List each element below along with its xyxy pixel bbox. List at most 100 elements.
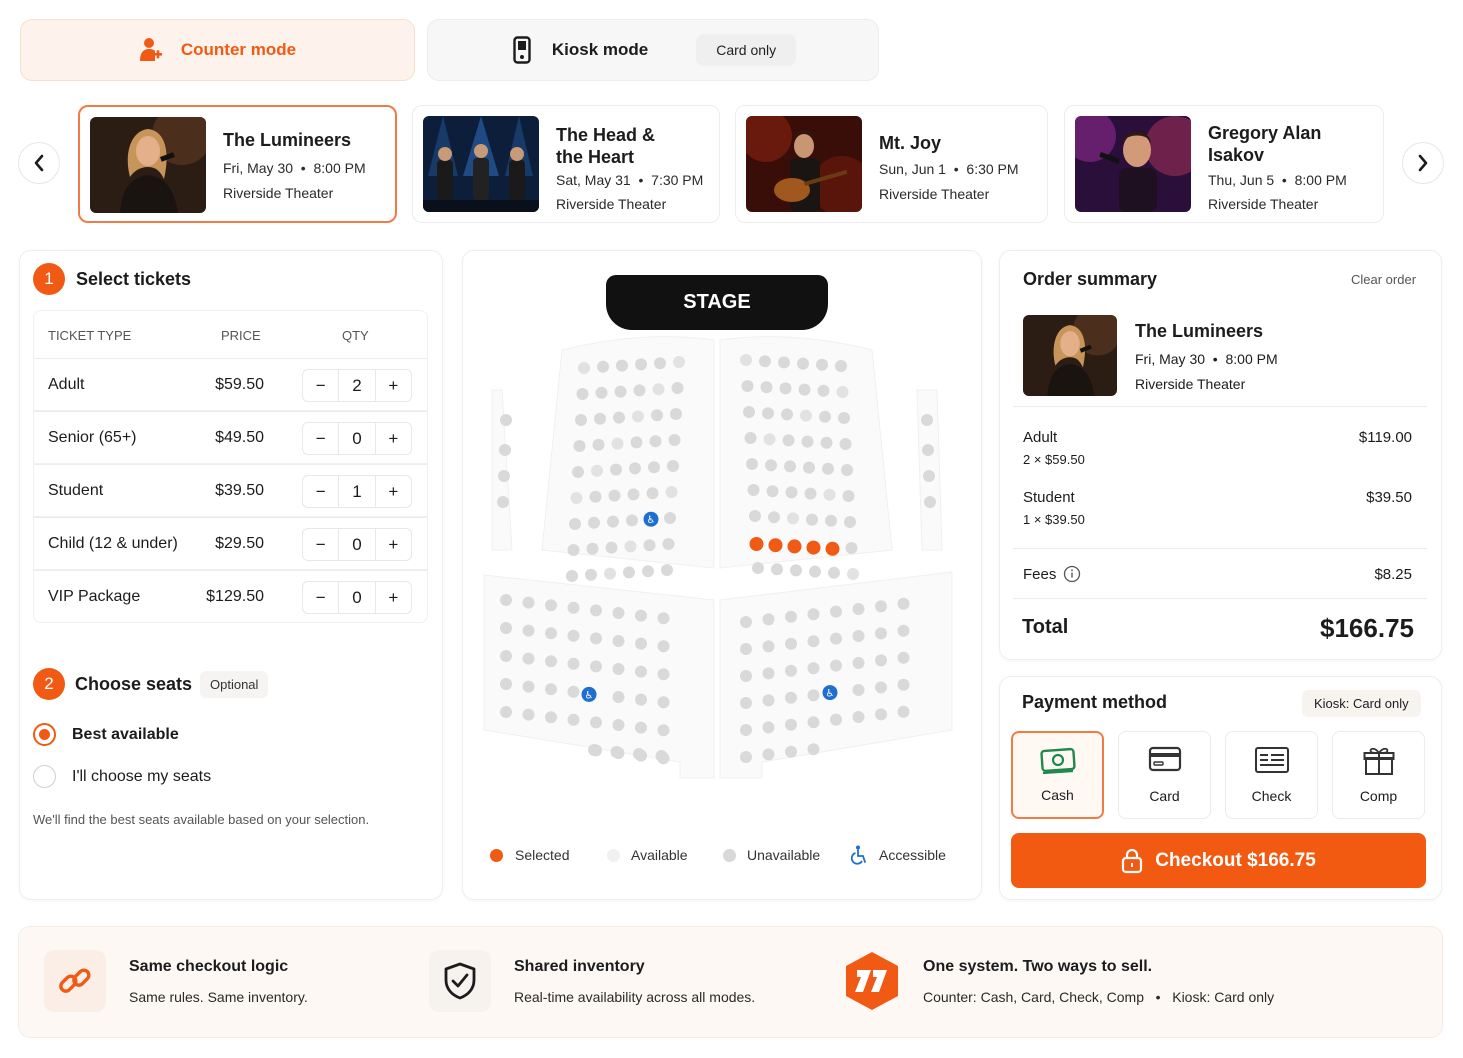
seat[interactable] xyxy=(819,410,831,423)
seat[interactable] xyxy=(500,706,512,718)
seat[interactable] xyxy=(590,604,602,617)
seat[interactable] xyxy=(588,516,600,529)
seat[interactable] xyxy=(626,514,638,527)
seat[interactable] xyxy=(654,357,666,370)
choose-seats-label[interactable]: I'll choose my seats xyxy=(72,768,211,786)
seat[interactable] xyxy=(566,570,578,582)
clear-order-link[interactable]: Clear order xyxy=(1351,272,1416,287)
seat[interactable] xyxy=(651,409,663,422)
seat[interactable] xyxy=(766,485,779,498)
seat[interactable] xyxy=(642,565,654,578)
seat[interactable] xyxy=(610,746,623,758)
seat[interactable] xyxy=(604,567,616,580)
seat[interactable] xyxy=(875,681,887,694)
seat[interactable] xyxy=(778,356,790,369)
seat[interactable] xyxy=(657,696,670,709)
seat[interactable] xyxy=(522,596,535,609)
seat[interactable] xyxy=(522,652,535,665)
seat[interactable] xyxy=(784,460,796,473)
selected-seat[interactable] xyxy=(768,538,783,553)
seat[interactable] xyxy=(763,433,776,446)
seat[interactable] xyxy=(801,435,814,448)
seat[interactable] xyxy=(570,492,583,504)
seat[interactable] xyxy=(594,412,606,425)
seat[interactable] xyxy=(852,630,865,642)
seat[interactable] xyxy=(590,660,602,673)
seat[interactable] xyxy=(635,609,647,622)
seat[interactable] xyxy=(830,632,842,645)
seat[interactable] xyxy=(635,665,647,678)
seat[interactable] xyxy=(576,388,589,400)
decrement-button[interactable]: − xyxy=(303,423,338,454)
seat[interactable] xyxy=(646,487,659,500)
seat[interactable] xyxy=(762,640,775,653)
seat[interactable] xyxy=(612,663,625,675)
seat[interactable] xyxy=(612,719,625,731)
seat[interactable] xyxy=(800,409,812,422)
seat[interactable] xyxy=(835,360,847,372)
decrement-button[interactable]: − xyxy=(303,529,338,560)
seat[interactable] xyxy=(595,386,608,399)
seat[interactable] xyxy=(522,708,535,721)
seat[interactable] xyxy=(924,496,936,508)
quantity-value[interactable]: 1 xyxy=(338,476,376,507)
seat[interactable] xyxy=(657,640,670,653)
seat[interactable] xyxy=(635,721,647,734)
seat[interactable] xyxy=(807,743,820,756)
seat[interactable] xyxy=(670,408,682,420)
seat[interactable] xyxy=(807,635,820,648)
seat[interactable] xyxy=(785,637,797,650)
payment-card-option[interactable]: Card xyxy=(1118,731,1211,819)
seat[interactable] xyxy=(830,659,842,672)
seat[interactable] xyxy=(608,489,621,502)
seat[interactable] xyxy=(586,542,599,555)
seat[interactable] xyxy=(787,512,799,525)
seat[interactable] xyxy=(746,458,758,470)
selected-seat[interactable] xyxy=(806,540,821,555)
seat[interactable] xyxy=(652,383,665,396)
seat[interactable] xyxy=(820,436,833,449)
seat[interactable] xyxy=(842,490,855,502)
seat[interactable] xyxy=(545,627,557,640)
seat[interactable] xyxy=(762,613,775,626)
selected-seat[interactable] xyxy=(749,537,764,551)
seat[interactable] xyxy=(633,748,645,760)
seat[interactable] xyxy=(607,515,619,528)
seat[interactable] xyxy=(643,539,656,552)
seat[interactable] xyxy=(752,562,764,574)
seat[interactable] xyxy=(744,432,757,444)
seat[interactable] xyxy=(569,518,581,530)
seat[interactable] xyxy=(781,408,793,421)
seat[interactable] xyxy=(836,386,849,398)
best-available-radio[interactable] xyxy=(33,723,56,746)
seat[interactable] xyxy=(573,440,586,452)
seat[interactable] xyxy=(605,541,618,554)
seat[interactable] xyxy=(635,358,647,371)
seat[interactable] xyxy=(616,359,628,372)
seat[interactable] xyxy=(740,751,752,763)
decrement-button[interactable]: − xyxy=(303,582,338,613)
seat[interactable] xyxy=(740,354,752,366)
seat[interactable] xyxy=(597,360,609,373)
seat[interactable] xyxy=(875,600,887,613)
seat[interactable] xyxy=(762,694,775,707)
seat[interactable] xyxy=(545,655,557,668)
seat[interactable] xyxy=(923,470,935,482)
seat[interactable] xyxy=(785,486,798,499)
seat[interactable] xyxy=(498,470,510,482)
kiosk-mode-button[interactable]: Kiosk mode Card only xyxy=(427,19,879,81)
seat[interactable] xyxy=(817,384,830,397)
seat[interactable] xyxy=(630,436,643,449)
seat[interactable] xyxy=(673,356,685,368)
seat[interactable] xyxy=(545,599,557,612)
seat[interactable] xyxy=(575,414,587,426)
seat[interactable] xyxy=(740,643,752,655)
decrement-button[interactable]: − xyxy=(303,476,338,507)
selected-seat[interactable] xyxy=(825,541,840,556)
seat[interactable] xyxy=(657,668,670,681)
seat[interactable] xyxy=(922,444,934,456)
seat[interactable] xyxy=(657,612,670,625)
seat-map[interactable]: ♿ ♿ ♿ xyxy=(462,250,982,810)
seat[interactable] xyxy=(740,670,752,682)
seat[interactable] xyxy=(779,382,792,395)
